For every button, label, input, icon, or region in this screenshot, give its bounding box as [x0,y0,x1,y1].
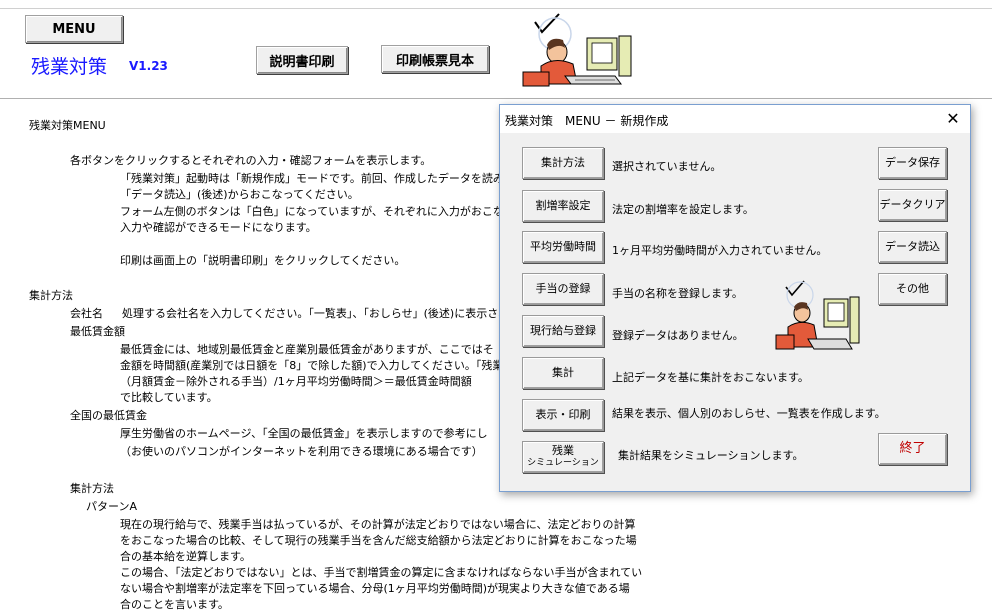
busy-worker-illustration [775,280,860,350]
simulation-button-sublabel: シミュレーション [527,458,599,468]
doc-min-wage-line: 金額を時間額(産業別では日額を「8」で除した額)で入力してください。「残業 [120,359,504,372]
display-print-status: 結果を表示、個人別のおしらせ、一覧表を作成します。 [612,407,886,420]
doc-intro-line: 各ボタンをクリックするとそれぞれの入力・確認フォームを表示します。 [70,154,432,167]
allowance-register-status: 手当の名称を登録します。 [612,287,743,300]
menu-dialog: 残業対策 MENU － 新規作成 ✕ 集計方法 選択されていません。 割増率設定… [499,104,971,492]
doc-intro-line: 「残業対策」起動時は「新規作成」モードです。前回、作成したデータを読み込 [120,172,515,185]
simulation-button-label: 残業 [552,444,574,457]
dialog-titlebar: 残業対策 MENU － 新規作成 ✕ [500,105,970,133]
doc-section-title: 集計方法 [29,289,73,302]
simulation-status: 集計結果をシミュレーションします。 [618,449,804,462]
doc-pattern-label: パターンA [86,500,137,513]
current-salary-button[interactable]: 現行給与登録 [522,315,604,347]
doc-min-wage-line: （月額賃金－除外される手当）/1ヶ月平均労働時間＞＝最低賃金時間額 [120,375,472,388]
doc-company-desc: 処理する会社名を入力してください。「一覧表」、「おしらせ」(後述)に表示され [122,307,510,320]
calc-method-status: 選択されていません。 [612,160,722,173]
other-button[interactable]: その他 [878,273,947,305]
doc-min-wage-label: 最低賃金額 [70,325,125,338]
calc-method-button[interactable]: 集計方法 [522,147,604,179]
aggregate-status: 上記データを基に集計をおこないます。 [612,371,809,384]
close-icon[interactable]: ✕ [942,108,964,130]
doc-pattern-line: 合の基本給を逆算します。 [120,550,251,563]
dialog-title: 残業対策 MENU － 新規作成 [505,114,669,128]
data-clear-button[interactable]: データクリア [878,189,947,221]
doc-pattern-line: 合のことを言います。 [120,598,229,611]
doc-heading: 残業対策MENU [29,119,106,132]
data-save-button[interactable]: データ保存 [878,147,947,179]
doc-min-wage-line: 最低賃金には、地域別最低賃金と産業別最低賃金がありますが、ここではそ [120,343,494,356]
premium-rate-status: 法定の割増率を設定します。 [612,203,754,216]
aggregate-button[interactable]: 集計 [522,357,604,389]
doc-company-label: 会社名 [70,307,103,320]
doc-intro-line: フォーム左側のボタンは「白色」になっていますが、それぞれに入力がおこなわ [120,205,515,218]
doc-pattern-line: ない場合や割増率が法定率を下回っている場合、分母(1ヶ月平均労働時間)が現実より… [120,582,630,595]
simulation-button[interactable]: 残業 シミュレーション [522,441,604,473]
doc-national-min-label: 全国の最低賃金 [70,409,147,422]
current-salary-status: 登録データはありません。 [612,329,744,342]
doc-pattern-line: この場合、「法定どおりではない」とは、手当で割増賃金の算定に含まなければならない… [120,566,643,579]
end-button[interactable]: 終了 [878,433,947,465]
allowance-register-button[interactable]: 手当の登録 [522,273,604,305]
doc-intro-line: 印刷は画面上の「説明書印刷」をクリックしてください。 [120,254,406,267]
doc-min-wage-line: で比較しています。 [120,391,218,404]
doc-pattern-line: 現在の現行給与で、残業手当は払っているが、その計算が法定どおりではない場合に、法… [120,518,636,531]
data-load-button[interactable]: データ読込 [878,231,947,263]
doc-national-min-line: 厚生労働省のホームページ、「全国の最低賃金」を表示しますので参考にし [120,427,488,440]
doc-intro-line: 入力や確認ができるモードになります。 [120,221,317,234]
doc-pattern-line: をおこなった場合の比較、そして現行の残業手当を含んだ総支給額から法定どおりに計算… [120,534,637,547]
doc-national-min-line: （お使いのパソコンがインターネットを利用できる環境にある場合です） [120,445,483,458]
premium-rate-button[interactable]: 割増率設定 [522,190,604,222]
avg-hours-status: 1ヶ月平均労働時間が入力されていません。 [612,244,828,257]
display-print-button[interactable]: 表示・印刷 [522,399,604,431]
avg-hours-button[interactable]: 平均労働時間 [522,231,604,263]
doc-intro-line: 「データ読込」(後述)からおこなってください。 [120,188,359,201]
doc-section-title: 集計方法 [70,482,114,495]
